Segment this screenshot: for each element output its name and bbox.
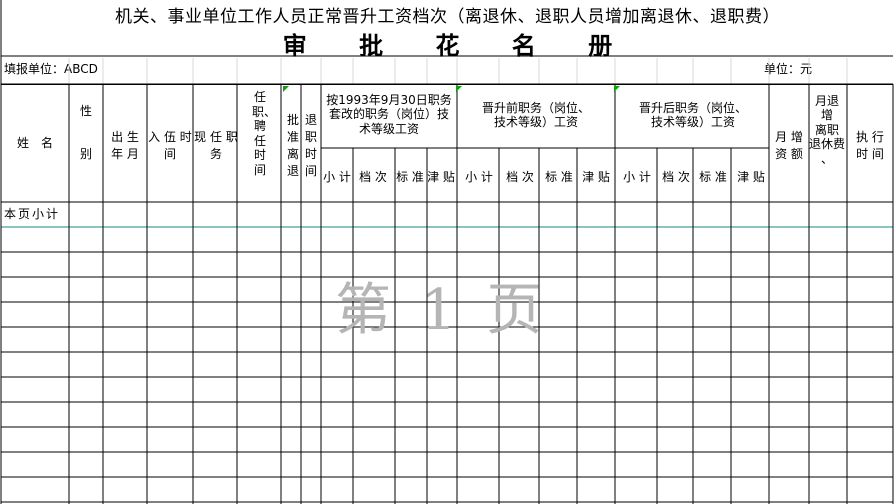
header-monthly-increase: 月 增 资 额 — [775, 130, 803, 161]
header-gender: 性 别 — [79, 104, 92, 162]
comment-marker — [456, 86, 462, 92]
subheader-grade-1: 档 次 — [359, 169, 387, 184]
subheader-allowance-1: 津 贴 — [427, 169, 455, 184]
subheader-standard-3: 标 准 — [699, 169, 727, 184]
subheader-allowance-2: 津 贴 — [582, 169, 610, 184]
subheader-standard-2: 标 准 — [545, 169, 573, 184]
subheader-subtotal-3: 小 计 — [623, 169, 651, 184]
header-group-after: 晋升后职务（岗位、 技术等级）工资 — [638, 101, 747, 130]
header-approve-retire: 批 准 离 退 — [286, 113, 299, 178]
header-retire-time: 退 职 时 间 — [304, 113, 317, 178]
subheader-allowance-3: 津 贴 — [737, 169, 765, 184]
subheader-grade-3: 档 次 — [662, 169, 690, 184]
header-group-before: 晋升前职务（岗位、 技术等级）工资 — [481, 101, 590, 130]
header-appoint-time: 任职、聘任时间 — [252, 90, 277, 177]
subheader-subtotal-1: 小 计 — [323, 169, 351, 184]
header-name: 姓 名 — [16, 136, 53, 150]
header-monthly-retire-increase: 月退 增 离职 退休费 、 — [809, 94, 846, 166]
subheader-grade-2: 档 次 — [506, 169, 534, 184]
header-exec-time: 执 行 时 间 — [856, 130, 884, 161]
header-group-1993: 按1993年9月30日职务 套改的职务（岗位）技 术等级工资 — [326, 93, 452, 136]
page-watermark: 第 1 页 — [335, 278, 549, 343]
header-birth: 出 生 年 月 — [111, 130, 139, 161]
subheader-standard-1: 标 准 — [396, 169, 424, 184]
comment-marker — [614, 86, 620, 92]
subheader-subtotal-2: 小 计 — [465, 169, 493, 184]
comment-marker — [283, 86, 289, 92]
header-current-post: 现 任 职 务 — [194, 130, 238, 161]
page-subtotal-label: 本页小计 — [4, 207, 61, 221]
table-grid — [0, 0, 894, 504]
header-enlist-time: 入 伍 时 间 — [148, 130, 192, 161]
